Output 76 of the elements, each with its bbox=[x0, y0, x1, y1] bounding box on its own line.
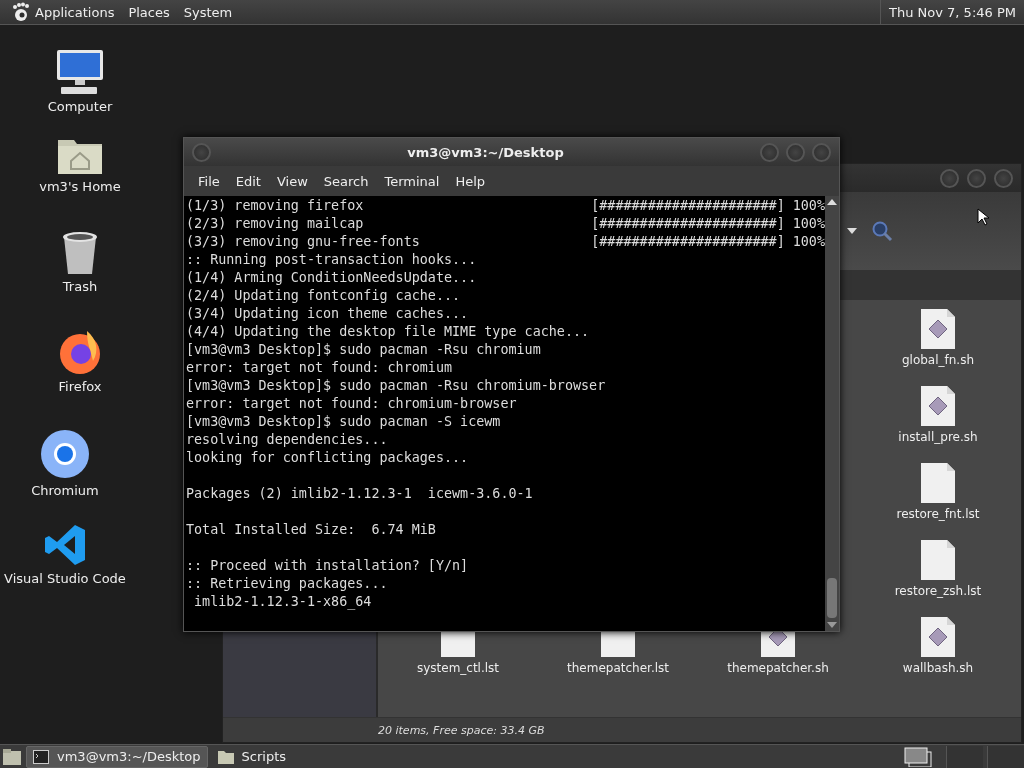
panel-menu[interactable]: System bbox=[183, 4, 233, 20]
file-icon[interactable] bbox=[920, 308, 956, 350]
panel-menu[interactable]: Places bbox=[128, 4, 170, 20]
terminal-line: (2/3) removing mailcap bbox=[186, 215, 364, 233]
file-name[interactable]: wallbash.sh bbox=[902, 661, 974, 675]
menu-item[interactable]: File bbox=[190, 173, 228, 189]
vscode-icon[interactable] bbox=[43, 523, 87, 567]
terminal-line: Packages (2) imlib2-1.12.3-1 icewm-3.6.0-1 bbox=[186, 485, 533, 503]
terminal-line: :: Proceed with installation? [Y/n] bbox=[186, 557, 469, 575]
file-name[interactable]: restore_fnt.lst bbox=[896, 507, 980, 521]
terminal-icon bbox=[33, 749, 49, 764]
file-icon[interactable] bbox=[920, 462, 956, 504]
file-name[interactable]: global_fn.sh bbox=[901, 353, 975, 367]
scrollbar[interactable] bbox=[825, 196, 839, 631]
terminal-line: resolving dependencies... bbox=[186, 431, 388, 449]
file-icon[interactable] bbox=[920, 616, 956, 658]
terminal-line: :: Running post-transaction hooks... bbox=[186, 251, 477, 269]
scroll-down-icon[interactable] bbox=[827, 622, 837, 628]
chromium-icon[interactable] bbox=[40, 429, 90, 479]
menu-item[interactable]: Terminal bbox=[376, 173, 448, 189]
terminal-line: (3/3) removing gnu-free-fonts bbox=[186, 233, 420, 251]
status-text: 20 items, Free space: 33.4 GB bbox=[378, 723, 545, 737]
terminal-line: [vm3@vm3 Desktop]$ sudo pacman -Rsu chromium-browser bbox=[186, 377, 606, 395]
foot-logo-icon[interactable] bbox=[11, 2, 31, 22]
clock[interactable]: Thu Nov 7, 5:46 PM bbox=[880, 0, 1024, 25]
progress-text: [######################] 100% bbox=[591, 233, 825, 251]
menu-item[interactable]: View bbox=[268, 173, 316, 189]
terminal-line: Total Installed Size: 6.74 MiB bbox=[186, 521, 436, 539]
trash-icon[interactable] bbox=[60, 231, 100, 275]
desktop-icon-label[interactable]: Computer bbox=[47, 99, 113, 114]
mouse-pointer-icon bbox=[977, 208, 989, 226]
desktop-icon-label[interactable]: Firefox bbox=[58, 379, 102, 394]
workspace-switcher-icon[interactable] bbox=[904, 746, 932, 767]
desktop-icon-label[interactable]: vm3's Home bbox=[39, 179, 121, 194]
progress-text: [######################] 100% bbox=[591, 197, 825, 215]
folder-icon bbox=[217, 749, 234, 764]
file-name[interactable]: themepatcher.lst bbox=[567, 661, 669, 675]
computer-icon[interactable] bbox=[55, 49, 105, 95]
terminal-line: (2/4) Updating fontconfig cache... bbox=[186, 287, 461, 305]
file-name[interactable]: themepatcher.sh bbox=[727, 661, 829, 675]
show-desktop-icon[interactable] bbox=[2, 747, 22, 766]
menu-item[interactable]: Help bbox=[447, 173, 494, 189]
terminal-line: [vm3@vm3 Desktop]$ sudo pacman -Rsu chromium bbox=[186, 341, 541, 359]
file-icon[interactable] bbox=[920, 539, 956, 581]
file-name[interactable]: system_ctl.lst bbox=[416, 661, 500, 675]
workspace-cell[interactable] bbox=[987, 745, 1024, 768]
fox-globe-icon[interactable] bbox=[57, 329, 103, 375]
desktop-icon-label[interactable]: Visual Studio Code bbox=[4, 571, 126, 586]
terminal-line: (1/4) Arming ConditionNeedsUpdate... bbox=[186, 269, 477, 287]
file-icon[interactable] bbox=[760, 632, 796, 658]
terminal-line: error: target not found: chromium bbox=[186, 359, 453, 377]
search-icon[interactable] bbox=[871, 220, 893, 242]
terminal-line: (3/4) Updating icon theme caches... bbox=[186, 305, 469, 323]
terminal-line: looking for conflicting packages... bbox=[186, 449, 469, 467]
progress-text: [######################] 100% bbox=[591, 215, 825, 233]
terminal-line: imlib2-1.12.3-1-x86_64 bbox=[193, 593, 372, 611]
file-icon[interactable] bbox=[920, 385, 956, 427]
file-name[interactable]: install_pre.sh bbox=[898, 430, 978, 444]
terminal-line: (4/4) Updating the desktop file MIME type cache... bbox=[186, 323, 590, 341]
caret-icon[interactable] bbox=[847, 228, 857, 234]
terminal-line: [vm3@vm3 Desktop]$ sudo pacman -S icewm bbox=[186, 413, 501, 431]
menu-item[interactable]: Edit bbox=[227, 173, 269, 189]
menu-item[interactable]: Search bbox=[315, 173, 377, 189]
terminal-line: (1/3) removing firefox bbox=[186, 197, 364, 215]
panel-menu[interactable]: Applications bbox=[35, 4, 115, 20]
scroll-up-icon[interactable] bbox=[827, 199, 837, 205]
terminal-line: error: target not found: chromium-browser bbox=[186, 395, 517, 413]
taskbar-button[interactable]: vm3@vm3:~/Desktop bbox=[26, 745, 208, 768]
window-title: vm3@vm3:~/Desktop bbox=[406, 144, 565, 160]
workspace-cell[interactable] bbox=[946, 745, 983, 768]
file-name[interactable]: restore_zsh.lst bbox=[894, 584, 982, 598]
desktop-icon-label[interactable]: Chromium bbox=[31, 483, 99, 498]
scroll-thumb[interactable] bbox=[827, 578, 837, 618]
desktop-icon-label[interactable]: Trash bbox=[62, 279, 98, 294]
terminal-line: :: Retrieving packages... bbox=[186, 575, 388, 593]
taskbar-button[interactable]: Scripts bbox=[211, 745, 292, 768]
